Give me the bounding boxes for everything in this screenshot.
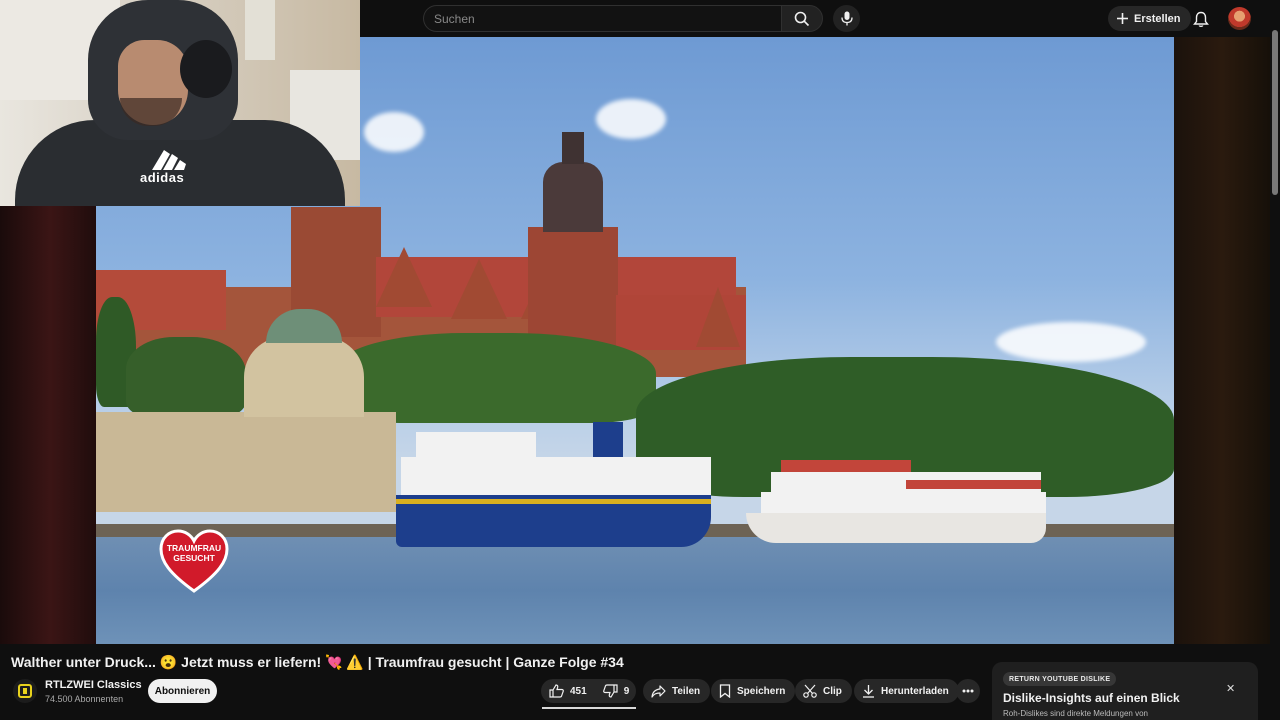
scissors-icon	[803, 684, 817, 698]
webcam-headphones	[180, 40, 232, 98]
create-button[interactable]: Erstellen	[1108, 6, 1192, 31]
video-cloud	[364, 112, 424, 152]
subscriber-count: 74.500 Abonnenten	[45, 694, 124, 704]
like-ratio-bar	[542, 707, 636, 709]
video-cloud	[596, 99, 666, 139]
video-gable	[376, 247, 432, 307]
share-icon	[651, 684, 666, 698]
youtube-watch-page: TRAUMFRAU GESUCHT adidas Suchen Erstelle…	[0, 0, 1280, 720]
create-label: Erstellen	[1134, 12, 1181, 25]
video-trees	[126, 337, 246, 417]
promo-tag: RETURN YOUTUBE DISLIKE	[1003, 672, 1117, 686]
video-cloud	[996, 322, 1146, 362]
like-dislike-segment: 451 9	[541, 679, 636, 703]
video-ship-stripe	[396, 499, 711, 504]
channel-name[interactable]: RTLZWEI Classics	[45, 679, 142, 691]
bell-icon	[1193, 11, 1209, 28]
video-ship-bridge	[416, 432, 536, 462]
video-terrace-wall	[96, 412, 396, 512]
video-ferry-hull	[746, 513, 1046, 543]
like-count: 451	[570, 685, 587, 697]
webcam-wall	[245, 0, 275, 60]
like-button[interactable]: 451	[541, 679, 595, 703]
video-water	[96, 537, 1174, 644]
adidas-logo: adidas	[132, 148, 202, 185]
promo-title: Dislike-Insights auf einen Blick	[1003, 691, 1180, 705]
share-label: Teilen	[672, 685, 701, 697]
notifications-button[interactable]	[1190, 8, 1212, 30]
promo-text: Roh-Dislikes sind direkte Meldungen von	[1003, 709, 1148, 718]
webcam-overlay: adidas	[0, 0, 360, 206]
dislike-insights-card: RETURN YOUTUBE DISLIKE Dislike-Insights …	[992, 662, 1258, 720]
channel-avatar[interactable]	[13, 679, 37, 703]
thumbs-up-icon	[549, 684, 564, 698]
webcam-shirt-text: adidas	[140, 170, 185, 185]
player-backdrop-right	[1174, 37, 1270, 644]
download-icon	[862, 684, 875, 698]
video-pavilion	[244, 337, 364, 417]
dislike-button[interactable]: 9	[595, 679, 638, 703]
save-button[interactable]: Speichern	[711, 679, 796, 703]
show-logo-text: TRAUMFRAU GESUCHT	[166, 543, 222, 563]
video-ship-funnel	[593, 422, 623, 457]
plus-icon	[1116, 12, 1129, 25]
video-title: Walther unter Druck... 😮 Jetzt muss er l…	[11, 654, 624, 670]
video-trees	[336, 333, 656, 423]
video-ferry-deck	[781, 460, 911, 472]
clip-button[interactable]: Clip	[795, 679, 852, 703]
dislike-count: 9	[623, 685, 630, 697]
save-label: Speichern	[737, 685, 786, 697]
video-tower-spire	[562, 132, 584, 164]
search-icon	[794, 11, 810, 27]
bookmark-icon	[719, 684, 731, 698]
scrollbar-thumb[interactable]	[1272, 30, 1278, 195]
download-label: Herunterladen	[881, 685, 949, 697]
video-tower-dome	[543, 162, 603, 232]
video-ferry-deck	[906, 480, 1041, 489]
close-icon[interactable]: ✕	[1226, 682, 1235, 695]
download-button[interactable]: Herunterladen	[854, 679, 959, 703]
video-ship-superstructure	[401, 457, 711, 497]
show-logo-badge: TRAUMFRAU GESUCHT	[159, 529, 229, 593]
search-input[interactable]	[423, 5, 781, 32]
search-box	[423, 5, 823, 32]
voice-search-button[interactable]	[833, 5, 860, 32]
video-gable	[696, 287, 740, 347]
more-icon	[962, 689, 974, 693]
clip-label: Clip	[823, 685, 842, 697]
share-button[interactable]: Teilen	[643, 679, 711, 703]
video-gable	[451, 259, 507, 319]
more-actions-button[interactable]	[956, 679, 980, 703]
search-button[interactable]	[781, 5, 823, 32]
subscribe-button[interactable]: Abonnieren	[148, 679, 217, 703]
thumbs-down-icon	[602, 684, 618, 698]
account-avatar[interactable]	[1228, 7, 1251, 30]
video-ferry-middle	[761, 492, 1046, 514]
mic-icon	[840, 11, 853, 26]
